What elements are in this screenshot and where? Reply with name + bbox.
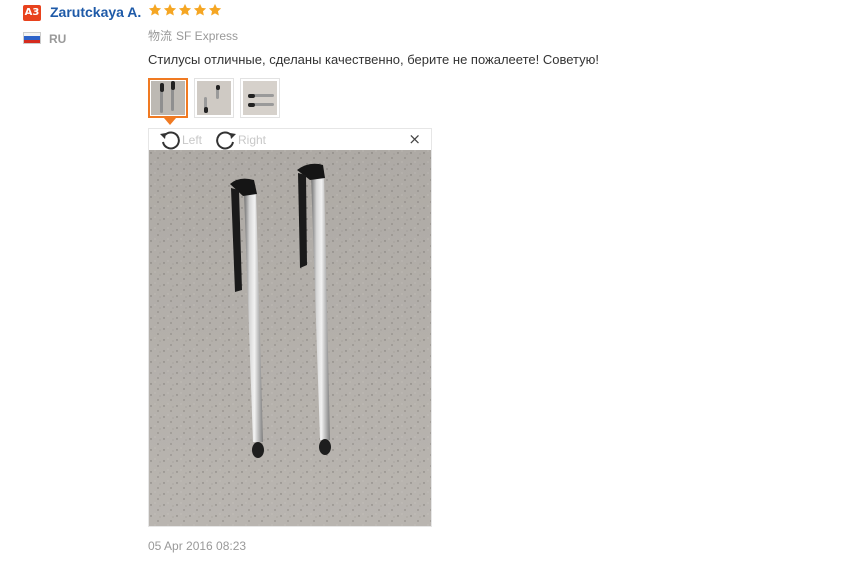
star-icon	[148, 3, 162, 17]
thumbnail-1[interactable]	[148, 78, 188, 118]
viewer-toolbar: Left Right ×	[149, 129, 431, 150]
thumbnail-2[interactable]	[194, 78, 234, 118]
avatar-badge: A3	[23, 5, 41, 21]
star-icon	[208, 3, 222, 17]
logistics-info: 物流 SF Express	[148, 27, 238, 44]
country-code: RU	[49, 32, 67, 46]
logistics-label: 物流	[148, 29, 173, 43]
photo-viewer: Left Right ×	[148, 128, 432, 527]
star-rating	[148, 3, 222, 17]
logistics-value: SF Express	[176, 29, 239, 43]
rotate-left-label: Left	[182, 133, 203, 147]
rotate-right-icon	[215, 130, 238, 150]
close-icon[interactable]: ×	[408, 132, 421, 147]
star-icon	[193, 3, 207, 17]
review-text: Стилусы отличные, сделаны качественно, б…	[148, 52, 599, 67]
review-date: 05 Apr 2016 08:23	[148, 539, 247, 553]
star-icon	[163, 3, 177, 17]
rotate-left-icon	[159, 130, 182, 150]
selected-thumbnail-caret	[164, 118, 176, 125]
rotate-right-label: Right	[238, 133, 267, 147]
rotate-left-button[interactable]: Left	[159, 130, 202, 150]
rotate-right-button[interactable]: Right	[215, 130, 266, 150]
photo-thumbnails	[148, 78, 280, 118]
star-icon	[178, 3, 192, 17]
review-photo	[149, 150, 431, 526]
russia-flag-icon	[23, 32, 41, 44]
thumbnail-3[interactable]	[240, 78, 280, 118]
reviewer-name-link[interactable]: Zarutckaya A.	[50, 4, 141, 20]
